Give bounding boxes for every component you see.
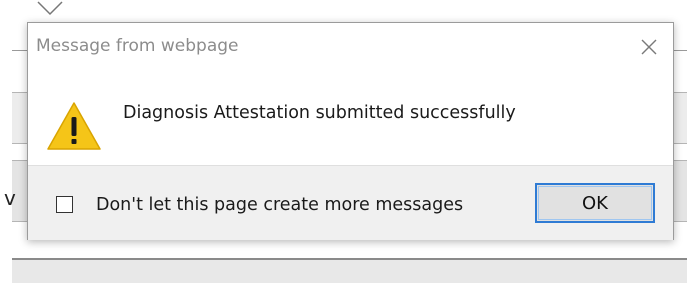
browser-page: v Message from webpage Diagnosis Attesta… — [0, 0, 687, 283]
background-row — [12, 258, 687, 283]
suppress-messages-checkbox[interactable] — [56, 196, 73, 213]
warning-icon — [47, 102, 101, 150]
dialog-footer: Don't let this page create more messages… — [28, 165, 673, 240]
background-partial-text: v — [4, 186, 16, 210]
dialog-titlebar[interactable]: Message from webpage — [28, 23, 673, 73]
message-dialog: Message from webpage Diagnosis Attestati… — [27, 22, 674, 240]
dialog-title: Message from webpage — [36, 36, 239, 56]
suppress-messages-label[interactable]: Don't let this page create more messages — [96, 195, 463, 215]
dropdown-chevron-icon — [37, 1, 63, 16]
dialog-content: Diagnosis Attestation submitted successf… — [28, 73, 673, 165]
dialog-message: Diagnosis Attestation submitted successf… — [123, 103, 516, 123]
close-icon[interactable] — [637, 35, 661, 59]
ok-button[interactable]: OK — [535, 183, 655, 223]
